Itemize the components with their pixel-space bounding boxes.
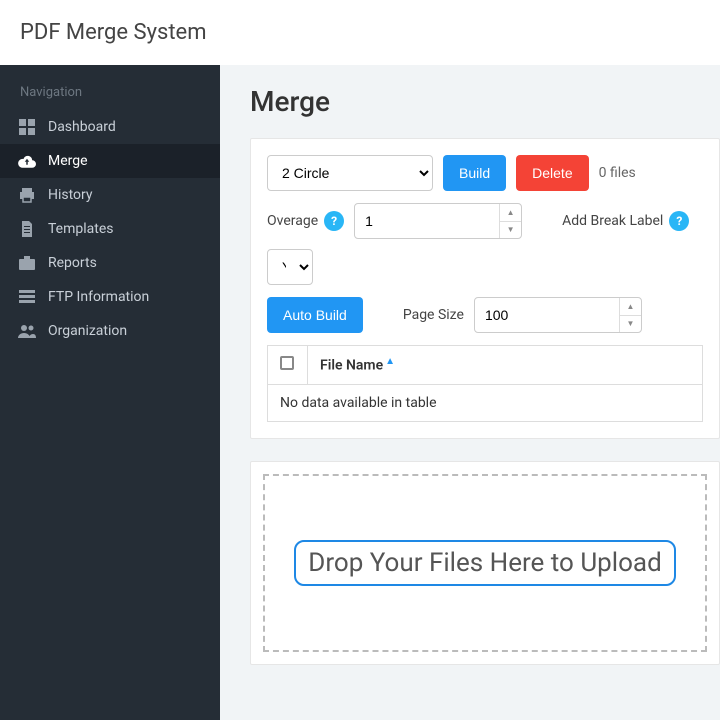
file-count-text: 0 files bbox=[599, 165, 636, 181]
topbar: PDF Merge System bbox=[0, 0, 720, 65]
spinner-buttons[interactable]: ▲▼ bbox=[499, 204, 521, 238]
dropzone-panel: Drop Your Files Here to Upload bbox=[250, 461, 720, 665]
sidebar-item-label: Dashboard bbox=[48, 119, 116, 135]
sidebar-item-label: Reports bbox=[48, 255, 97, 271]
sort-asc-icon: ▲ bbox=[385, 356, 395, 367]
sidebar-item-label: Merge bbox=[48, 153, 88, 169]
sidebar-item-organization[interactable]: Organization bbox=[0, 314, 220, 348]
dropzone-text: Drop Your Files Here to Upload bbox=[294, 540, 675, 586]
template-select[interactable]: 2 Circle bbox=[267, 155, 433, 191]
break-label: Add Break Label ? bbox=[562, 211, 689, 231]
sidebar-item-history[interactable]: History bbox=[0, 178, 220, 212]
col-filename[interactable]: File Name▲ bbox=[308, 346, 703, 385]
files-table: File Name▲ No data available in table bbox=[267, 345, 703, 422]
sidebar-item-label: Organization bbox=[48, 323, 127, 339]
auto-build-button[interactable]: Auto Build bbox=[267, 297, 363, 333]
sidebar-item-merge[interactable]: Merge bbox=[0, 144, 220, 178]
dropzone[interactable]: Drop Your Files Here to Upload bbox=[263, 474, 707, 652]
sidebar-item-ftp[interactable]: FTP Information bbox=[0, 280, 220, 314]
file-icon bbox=[18, 221, 36, 237]
break-select[interactable]: Yes bbox=[267, 249, 313, 285]
printer-icon bbox=[18, 187, 36, 203]
page-title: Merge bbox=[250, 85, 720, 118]
select-all-checkbox[interactable] bbox=[280, 356, 294, 370]
build-button[interactable]: Build bbox=[443, 155, 506, 191]
main-content: Merge 2 Circle Build Delete 0 files Over… bbox=[220, 65, 720, 720]
controls-panel: 2 Circle Build Delete 0 files Overage ? … bbox=[250, 138, 720, 439]
sidebar: Navigation Dashboard Merge History Templ… bbox=[0, 65, 220, 720]
list-icon bbox=[18, 290, 36, 304]
sidebar-item-reports[interactable]: Reports bbox=[0, 246, 220, 280]
table-row: No data available in table bbox=[268, 385, 703, 422]
delete-button[interactable]: Delete bbox=[516, 155, 588, 191]
overage-label: Overage ? bbox=[267, 211, 344, 231]
spinner-buttons[interactable]: ▲▼ bbox=[619, 298, 641, 332]
sidebar-item-dashboard[interactable]: Dashboard bbox=[0, 110, 220, 144]
help-icon[interactable]: ? bbox=[324, 211, 344, 231]
page-size-label: Page Size bbox=[403, 307, 464, 323]
briefcase-icon bbox=[18, 256, 36, 270]
empty-state: No data available in table bbox=[268, 385, 703, 422]
app-title: PDF Merge System bbox=[20, 20, 207, 45]
sidebar-item-label: History bbox=[48, 187, 93, 203]
sidebar-item-label: Templates bbox=[48, 221, 114, 237]
overage-input[interactable] bbox=[354, 203, 522, 239]
page-size-input[interactable] bbox=[474, 297, 642, 333]
dashboard-icon bbox=[18, 119, 36, 135]
sidebar-item-templates[interactable]: Templates bbox=[0, 212, 220, 246]
cloud-upload-icon bbox=[18, 154, 36, 168]
help-icon[interactable]: ? bbox=[669, 211, 689, 231]
nav-header: Navigation bbox=[0, 77, 220, 110]
sidebar-item-label: FTP Information bbox=[48, 289, 149, 305]
users-icon bbox=[18, 324, 36, 338]
